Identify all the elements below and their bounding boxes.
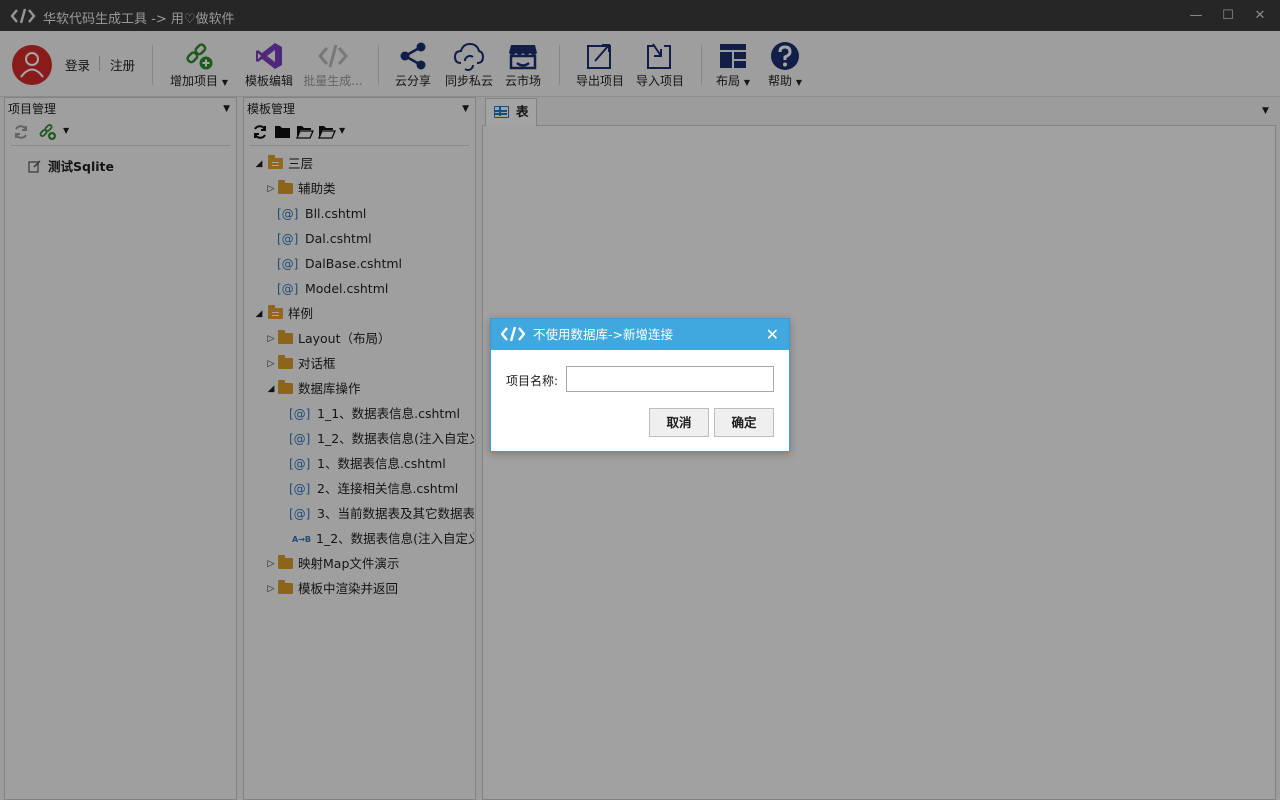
project-name-label: 项目名称: — [506, 374, 559, 388]
project-name-input[interactable] — [566, 366, 774, 392]
ok-button[interactable]: 确定 — [714, 408, 774, 437]
dialog-close-icon[interactable]: ✕ — [766, 319, 779, 350]
new-connection-dialog: 不使用数据库->新增连接 ✕ 项目名称: 取消 确定 — [490, 318, 790, 452]
cancel-button[interactable]: 取消 — [649, 408, 709, 437]
app-logo-icon — [501, 326, 525, 342]
dialog-title: 不使用数据库->新增连接 — [533, 327, 673, 342]
dialog-header: 不使用数据库->新增连接 ✕ — [491, 319, 789, 350]
